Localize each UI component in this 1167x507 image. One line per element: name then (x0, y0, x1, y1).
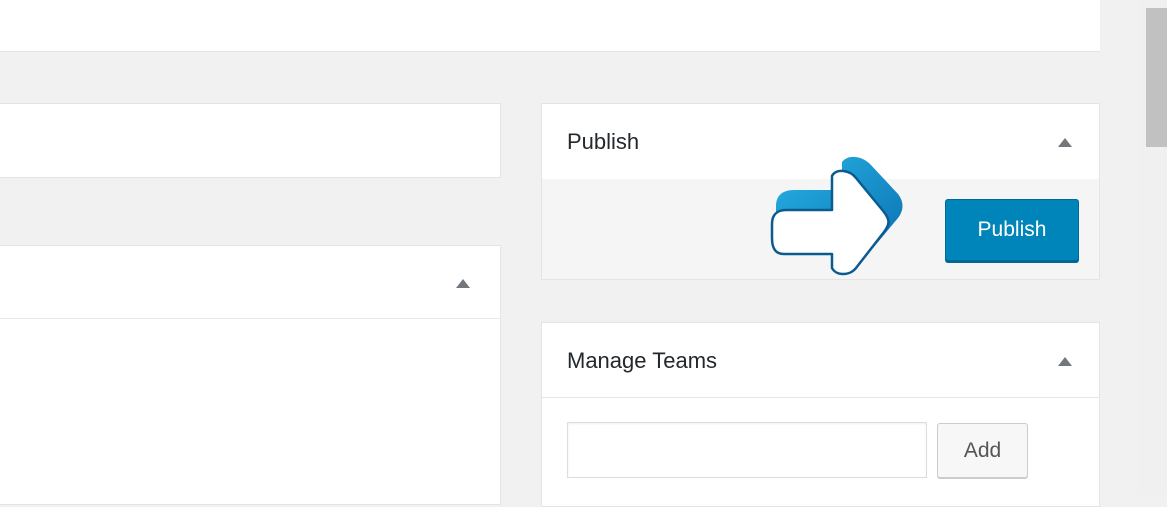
title-field-box[interactable] (0, 103, 501, 178)
team-name-input[interactable] (567, 422, 927, 478)
manage-teams-postbox-title: Manage Teams (567, 348, 718, 373)
publish-postbox-title: Publish (567, 129, 640, 154)
editor-postbox-header (0, 246, 500, 319)
manage-teams-postbox: Manage Teams Add (541, 322, 1100, 507)
add-team-button[interactable]: Add (937, 423, 1028, 478)
editor-postbox (0, 245, 501, 505)
right-arrow-icon (770, 156, 903, 276)
collapse-toggle-icon[interactable] (456, 279, 470, 288)
manage-teams-postbox-header: Manage Teams (542, 323, 1099, 398)
publish-collapse-toggle-icon[interactable] (1058, 138, 1072, 147)
top-header-band (0, 0, 1100, 52)
publish-button[interactable]: Publish (945, 199, 1079, 261)
manage-teams-collapse-toggle-icon[interactable] (1058, 357, 1072, 366)
vertical-scrollbar-thumb[interactable] (1146, 8, 1167, 147)
